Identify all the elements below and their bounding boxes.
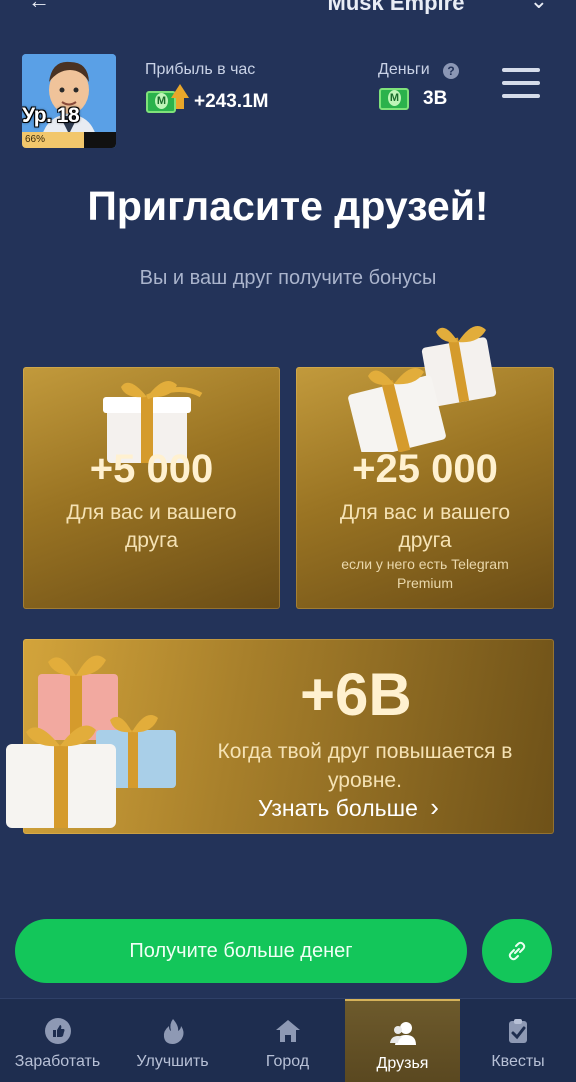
- flame-icon: [163, 1019, 184, 1044]
- page-title: Пригласите друзей!: [87, 183, 489, 229]
- level-label: Ур. 18: [22, 104, 80, 127]
- gifts-icon: [348, 326, 497, 452]
- learn-more-label: Узнать больше: [258, 795, 418, 821]
- menu-icon[interactable]: [502, 68, 540, 98]
- bottom-nav: Заработать Улучшить Город Друзья Квесты: [0, 998, 576, 1082]
- back-icon[interactable]: ←: [28, 0, 50, 14]
- nav-label: Город: [265, 1053, 310, 1070]
- thumbs-up-icon: [45, 1018, 71, 1044]
- profit-label: Прибыль в час: [145, 61, 256, 78]
- invite-desc: Для вас и вашего друга: [66, 501, 237, 552]
- nav-item-earn[interactable]: Заработать: [0, 999, 115, 1082]
- home-icon: [276, 1020, 300, 1042]
- invite-card-premium: +25 000 Для вас и вашего друга если у не…: [296, 326, 554, 609]
- nav-label: Заработать: [14, 1053, 101, 1070]
- arrow-up-icon-head: [171, 84, 189, 98]
- profit-value: +243.1M: [194, 91, 269, 112]
- nav-item-upgrade[interactable]: Улучшить: [115, 999, 230, 1082]
- chevron-down-icon[interactable]: ⌄: [530, 0, 548, 14]
- nav-label: Квесты: [491, 1053, 545, 1070]
- friends-icon: [390, 1022, 416, 1045]
- money-icon: [379, 88, 409, 110]
- invite-card-regular: +5 000 Для вас и вашего друга: [23, 367, 280, 609]
- chevron-right-icon: ›: [430, 792, 439, 822]
- nav-item-friends[interactable]: Друзья: [345, 999, 460, 1082]
- invite-premium-desc: Для вас и вашего друга: [339, 501, 511, 552]
- nav-item-city[interactable]: Город: [230, 999, 345, 1082]
- invite-amount: +5 000: [89, 447, 214, 491]
- avatar[interactable]: Ур. 18 66%: [22, 54, 116, 148]
- arrow-up-icon: [176, 97, 184, 109]
- link-icon: [508, 941, 526, 961]
- money-value: 3B: [423, 88, 448, 109]
- clipboard-check-icon: [509, 1019, 527, 1043]
- nav-item-quests[interactable]: Квесты: [460, 999, 576, 1082]
- help-icon[interactable]: ?: [443, 63, 459, 79]
- level-progress-bar: 66%: [22, 132, 116, 148]
- level-progress-text: 66%: [25, 134, 46, 145]
- nav-label: Улучшить: [136, 1053, 209, 1070]
- level-bonus-amount: +6B: [300, 661, 412, 728]
- page-subtitle: Вы и ваш друг получите бонусы: [139, 267, 437, 289]
- gifts-stack-icon: [6, 655, 176, 828]
- money-label: Деньги: [378, 61, 430, 78]
- invite-premium-note: если у него есть Telegram Premium: [341, 556, 509, 591]
- copy-link-button[interactable]: [482, 919, 552, 983]
- invite-premium-amount: +25 000: [352, 447, 498, 491]
- app-title: Musk Empire: [327, 0, 465, 14]
- get-more-money-button[interactable]: Получите больше денег: [15, 919, 467, 983]
- level-bonus-desc: Когда твой друг повышается в уровне.: [217, 740, 513, 792]
- top-bar: ← Musk Empire ⌄: [0, 0, 576, 14]
- learn-more-link[interactable]: Узнать больше ›: [258, 792, 439, 823]
- nav-label: Друзья: [376, 1055, 429, 1072]
